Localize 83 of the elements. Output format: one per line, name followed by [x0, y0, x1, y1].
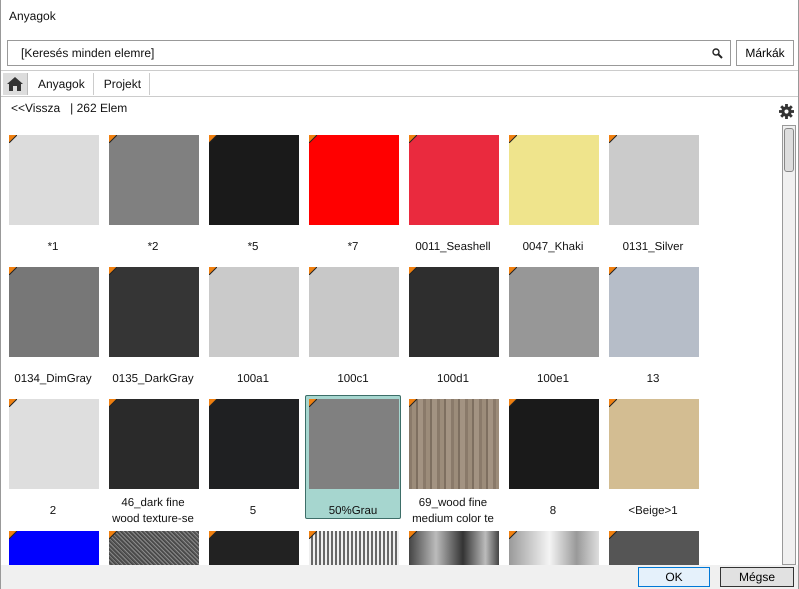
- material-name: 100e1: [536, 372, 570, 387]
- material-name: 50%Grau: [328, 504, 378, 519]
- material-name: 0011_Seashell: [414, 240, 492, 255]
- material-name: 100a1: [236, 372, 270, 387]
- material-name: 46_dark fine wood texture-se: [111, 496, 195, 527]
- corner-flag-icon: [9, 135, 17, 143]
- back-link[interactable]: <<Vissza: [11, 101, 60, 115]
- search-icon[interactable]: [712, 48, 723, 59]
- window-title: Anyagok: [8, 8, 57, 25]
- brands-button[interactable]: Márkák: [736, 40, 794, 66]
- corner-flag-icon: [409, 531, 417, 539]
- corner-flag-icon: [209, 531, 217, 539]
- material-name: 0134_DimGray: [13, 372, 93, 387]
- ok-button[interactable]: OK: [638, 567, 710, 587]
- corner-flag-icon: [509, 267, 517, 275]
- material-tile[interactable]: *7: [305, 131, 401, 255]
- material-tile[interactable]: *2: [105, 131, 201, 255]
- material-tile[interactable]: *5: [205, 131, 301, 255]
- corner-flag-icon: [109, 135, 117, 143]
- material-tile[interactable]: 2: [5, 395, 101, 519]
- breadcrumb-item[interactable]: Anyagok: [28, 72, 94, 94]
- material-name: 2: [48, 504, 58, 519]
- scrollbar[interactable]: [782, 125, 796, 565]
- corner-flag-icon: [609, 135, 617, 143]
- corner-flag-icon: [409, 267, 417, 275]
- corner-flag-icon: [209, 135, 217, 143]
- material-tile[interactable]: 100d1: [405, 263, 501, 387]
- material-tile[interactable]: 100c1: [305, 263, 401, 387]
- corner-flag-icon: [309, 399, 317, 407]
- corner-flag-icon: [309, 267, 317, 275]
- material-tile[interactable]: 0047_Khaki: [505, 131, 601, 255]
- material-name: *2: [146, 240, 160, 255]
- corner-flag-icon: [209, 399, 217, 407]
- material-name: *7: [346, 240, 360, 255]
- corner-flag-icon: [109, 399, 117, 407]
- material-name: 13: [646, 372, 660, 387]
- corner-flag-icon: [509, 135, 517, 143]
- corner-flag-icon: [109, 267, 117, 275]
- material-name: <Beige>1: [627, 504, 679, 519]
- corner-flag-icon: [409, 399, 417, 407]
- material-tile[interactable]: 100e1: [505, 263, 601, 387]
- material-tile[interactable]: 0135_DarkGray: [105, 263, 201, 387]
- material-tile[interactable]: *1: [5, 131, 101, 255]
- settings-icon[interactable]: [779, 104, 794, 118]
- home-icon: [7, 76, 23, 90]
- material-name: 0131_Silver: [622, 240, 684, 255]
- material-name: 0135_DarkGray: [111, 372, 195, 387]
- corner-flag-icon: [609, 267, 617, 275]
- search-field[interactable]: [Keresés minden elemre]: [7, 40, 731, 66]
- material-tile[interactable]: 0011_Seashell: [405, 131, 501, 255]
- material-tile[interactable]: 100a1: [205, 263, 301, 387]
- cancel-button[interactable]: Mégse: [720, 567, 794, 587]
- corner-flag-icon: [9, 267, 17, 275]
- material-name: 100d1: [436, 372, 470, 387]
- corner-flag-icon: [409, 135, 417, 143]
- material-tile[interactable]: <Beige>1: [605, 395, 701, 519]
- corner-flag-icon: [9, 399, 17, 407]
- material-name: 69_wood fine medium color te: [411, 496, 495, 527]
- corner-flag-icon: [309, 531, 317, 539]
- material-tile[interactable]: 8: [505, 395, 601, 519]
- corner-flag-icon: [609, 399, 617, 407]
- material-name: *1: [46, 240, 60, 255]
- material-tile[interactable]: 50%Grau: [305, 395, 401, 519]
- scrollbar-thumb[interactable]: [784, 128, 794, 172]
- corner-flag-icon: [309, 135, 317, 143]
- material-tile[interactable]: 13: [605, 263, 701, 387]
- corner-flag-icon: [209, 267, 217, 275]
- material-name: *5: [246, 240, 260, 255]
- corner-flag-icon: [509, 399, 517, 407]
- corner-flag-icon: [9, 531, 17, 539]
- material-tile[interactable]: 5: [205, 395, 301, 519]
- material-name: 5: [248, 504, 258, 519]
- home-button[interactable]: [3, 72, 28, 94]
- material-name: 8: [548, 504, 558, 519]
- item-count: | 262 Elem: [70, 101, 128, 115]
- material-name: 0047_Khaki: [522, 240, 584, 255]
- corner-flag-icon: [509, 531, 517, 539]
- breadcrumb-item[interactable]: Projekt: [94, 72, 150, 94]
- material-tile[interactable]: 0134_DimGray: [5, 263, 101, 387]
- material-name: 100c1: [336, 372, 370, 387]
- material-tile[interactable]: 0131_Silver: [605, 131, 701, 255]
- corner-flag-icon: [109, 531, 117, 539]
- corner-flag-icon: [609, 531, 617, 539]
